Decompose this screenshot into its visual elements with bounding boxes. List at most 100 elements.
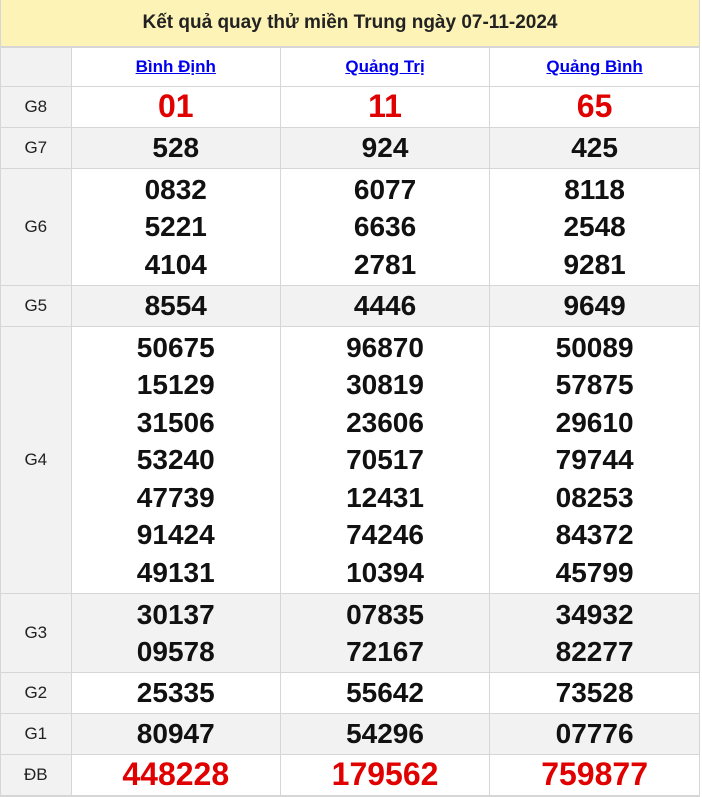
province-link-quang-binh[interactable]: Quảng Bình: [546, 57, 642, 76]
prize-row-6: G2 25335 55642 73528: [1, 672, 699, 714]
prize-number: 09578: [136, 636, 215, 667]
prize-row-3: G5 8554 4446 9649: [1, 285, 699, 327]
prize-cell: 55642: [279, 672, 491, 714]
prize-cell: 4446: [279, 285, 491, 327]
prize-cell: 50675 15129 31506 53240 47739 91424 49131: [70, 326, 281, 594]
prize-number: 23606: [346, 406, 424, 438]
prize-number: 924: [361, 132, 409, 164]
results-panel: Kết quả quay thử miền Trung ngày 07-11-2…: [0, 0, 700, 797]
prize-label: G8: [1, 86, 72, 128]
prize-cell: 8554: [70, 285, 281, 327]
province-link-binh-dinh[interactable]: Bình Định: [136, 57, 216, 76]
prize-cell: 9649: [489, 285, 699, 327]
prize-number: 54296: [346, 718, 424, 750]
prize-cell: 11: [279, 86, 491, 128]
prize-row-4: G4 50675 15129 31506 53240 47739 91424 49131 968…: [1, 326, 699, 594]
prize-number: 15129: [136, 369, 215, 401]
prize-label: G6: [1, 168, 72, 286]
prize-number: 74246: [346, 519, 424, 551]
prize-number: 50089: [555, 331, 634, 363]
prize-cell: 25335: [70, 672, 281, 714]
prize-label: G2: [1, 672, 72, 714]
prize-cell: 07835 72167: [279, 593, 491, 673]
prize-number: 45799: [555, 556, 634, 588]
prize-number: 34932: [555, 598, 634, 630]
province-header-cell: Quảng Bình: [489, 47, 699, 87]
prize-label: G4: [1, 326, 72, 594]
prize-cell: 80947: [70, 713, 281, 755]
prize-number: 6636: [353, 211, 417, 243]
prize-number: 30819: [346, 369, 424, 401]
province-header-row: Bình Định Quảng Trị Quảng Bình: [1, 47, 699, 87]
prize-number: 31506: [136, 406, 215, 438]
prize-number: 8118: [564, 173, 625, 205]
prize-row-1: G7 528 924 425: [1, 127, 699, 169]
prize-number: 6077: [353, 173, 417, 205]
prize-number: 55642: [346, 677, 424, 709]
prize-number: 07835: [346, 598, 424, 630]
prize-number: 0832: [144, 173, 207, 205]
prize-cell: 0832 5221 4104: [70, 168, 281, 286]
prize-cell: 54296: [279, 713, 491, 755]
prize-cell: 65: [489, 86, 699, 128]
prize-number: 528: [152, 132, 200, 164]
prize-cell: 924: [279, 127, 491, 169]
prize-number: 57875: [555, 369, 634, 401]
prize-row-8: ĐB 448228 179562 759877: [1, 754, 699, 796]
prize-number: 91424: [136, 519, 215, 551]
prize-cell: 07776: [489, 713, 699, 755]
prize-number: 79744: [555, 444, 634, 476]
prize-label: G1: [1, 713, 72, 755]
prize-number: 9281: [563, 248, 626, 280]
prize-number: 73528: [555, 677, 634, 709]
prize-number: 2781: [353, 248, 417, 280]
prize-label: G7: [1, 127, 72, 169]
prize-label: ĐB: [1, 754, 72, 796]
prize-row-7: G1 80947 54296 07776: [1, 713, 699, 755]
prize-number: 30137: [136, 598, 215, 630]
prize-number: 53240: [136, 444, 215, 476]
prize-number: 82277: [555, 636, 634, 667]
prize-number: 448228: [122, 756, 230, 793]
prize-number: 80947: [136, 718, 215, 750]
prize-cell: 759877: [489, 754, 699, 796]
province-header-cell: Quảng Trị: [279, 47, 491, 87]
province-header-cell: Bình Định: [70, 47, 281, 87]
prize-row-0: G8 01 11 65: [1, 86, 699, 128]
prize-number: 9649: [563, 290, 626, 322]
prize-number: 84372: [555, 519, 634, 551]
prize-number: 12431: [346, 481, 424, 513]
prize-number: 65: [576, 88, 613, 125]
prize-cell: 50089 57875 29610 79744 08253 84372 45799: [489, 326, 699, 594]
prize-number: 10394: [346, 556, 424, 588]
prize-number: 11: [368, 88, 402, 125]
prize-number: 179562: [331, 756, 439, 793]
prize-label: G5: [1, 285, 72, 327]
prize-label: G3: [1, 593, 72, 673]
prize-number: 08253: [555, 481, 634, 513]
prize-number: 4446: [353, 290, 417, 322]
prize-number: 07776: [555, 718, 634, 750]
prize-row-2: G6 0832 5221 4104 6077 6636 2781 8118 2548 9281: [1, 168, 699, 286]
prize-cell: 425: [489, 127, 699, 169]
prize-number: 2548: [563, 211, 626, 243]
prize-number: 5221: [144, 211, 207, 243]
prize-row-5: G3 30137 09578 07835 72167 34932 82277: [1, 593, 699, 673]
prize-cell: 73528: [489, 672, 699, 714]
prize-number: 425: [571, 132, 618, 164]
prize-cell: 8118 2548 9281: [489, 168, 699, 286]
prize-cell: 30137 09578: [70, 593, 281, 673]
prize-number: 29610: [555, 406, 634, 438]
prize-number: 50675: [136, 331, 215, 363]
header-corner: [1, 47, 72, 87]
results-table: Bình Định Quảng Trị Quảng Bình G8 01 11 65 G…: [1, 47, 699, 796]
prize-number: 8554: [144, 290, 207, 322]
prize-cell: 34932 82277: [489, 593, 699, 673]
prize-number: 4104: [144, 248, 207, 280]
prize-cell: 448228: [70, 754, 281, 796]
prize-number: 47739: [136, 481, 215, 513]
results-title: Kết quả quay thử miền Trung ngày 07-11-2…: [1, 0, 699, 47]
prize-cell: 6077 6636 2781: [279, 168, 491, 286]
province-link-quang-tri[interactable]: Quảng Trị: [345, 57, 424, 76]
prize-number: 25335: [136, 677, 215, 709]
